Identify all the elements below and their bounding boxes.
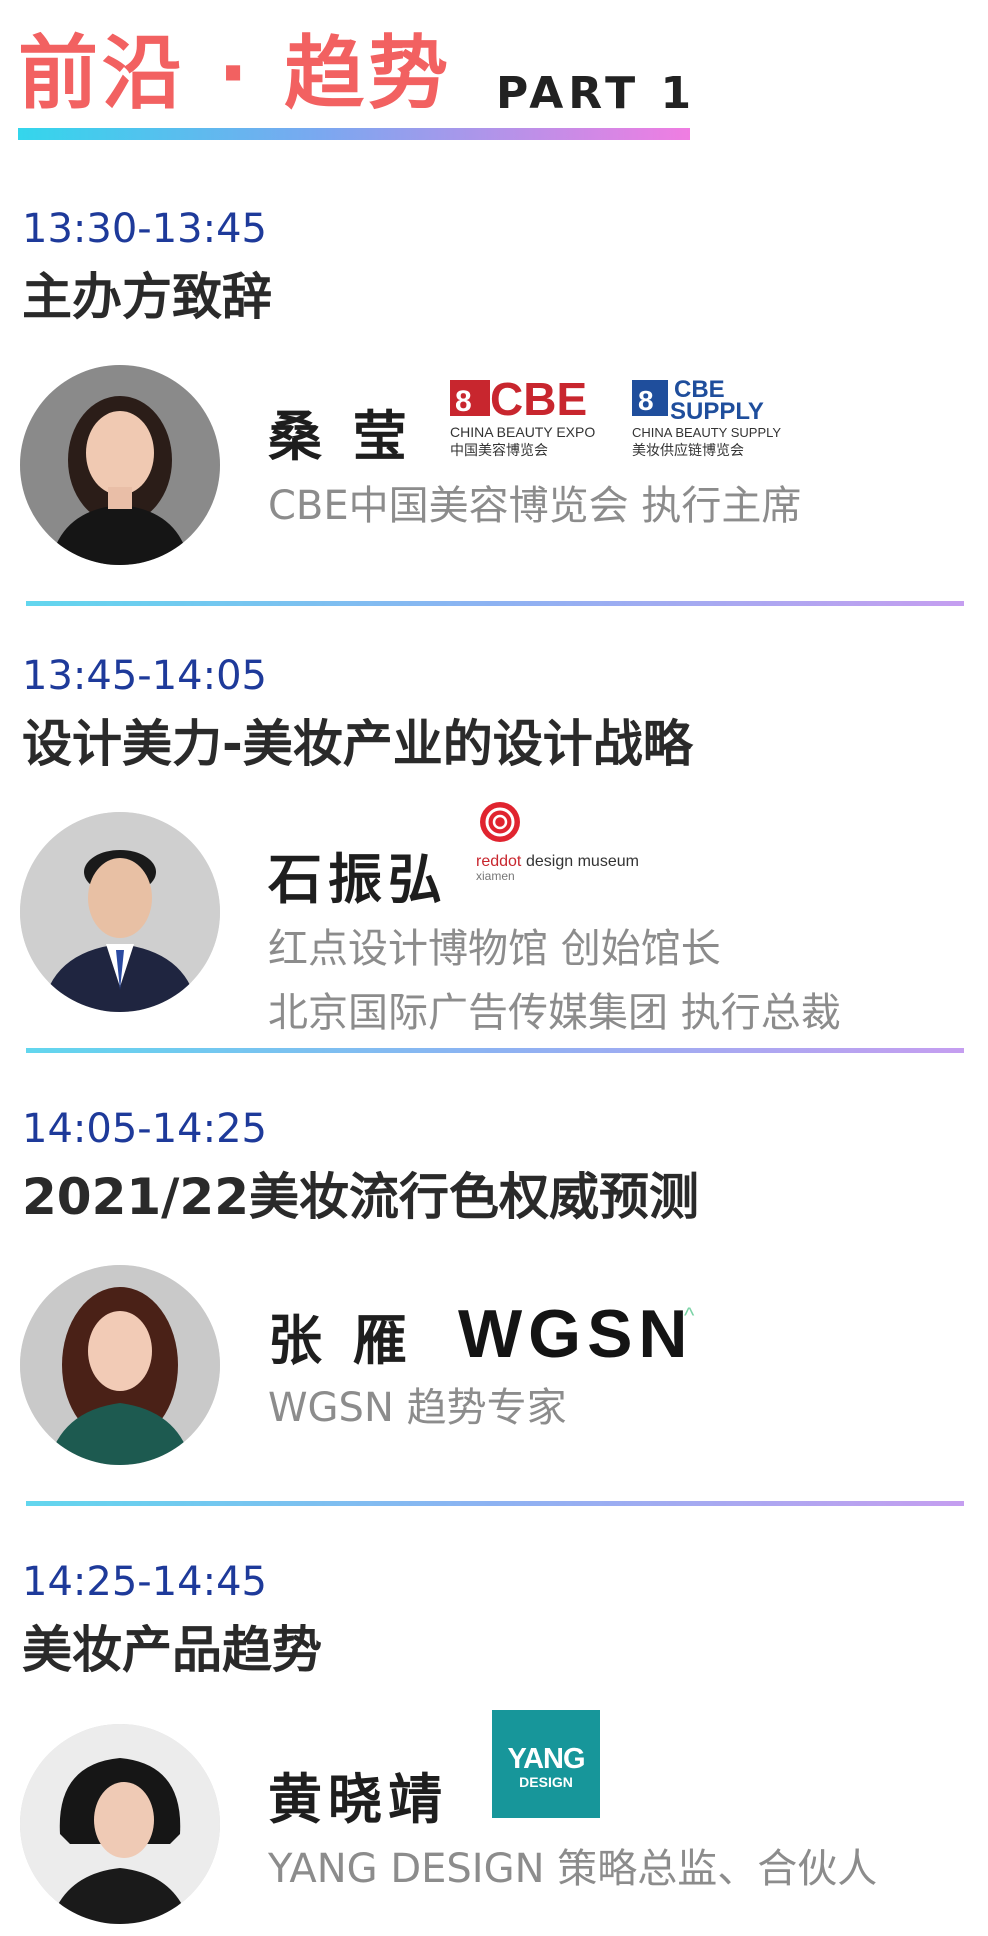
speaker-name: 张 雁 <box>268 1309 413 1372</box>
session-3: 14:05-14:25 2021/22美妆流行色权威预测 张 雁 WGSN ^ … <box>0 1105 988 1506</box>
svg-text:CHINA BEAUTY SUPPLY: CHINA BEAUTY SUPPLY <box>632 425 781 440</box>
svg-text:美妆供应链博览会: 美妆供应链博览会 <box>632 442 744 458</box>
yang-design-logo: YANG DESIGN <box>492 1710 600 1818</box>
speaker-avatar <box>20 1265 220 1465</box>
speaker-name: 石振弘 <box>268 848 448 911</box>
avatar-photo-icon <box>20 365 220 565</box>
session-topic: 主办方致辞 <box>22 268 272 326</box>
svg-text:8: 8 <box>638 385 654 416</box>
avatar-photo-icon <box>20 812 220 1012</box>
avatar-photo-icon <box>20 1265 220 1465</box>
svg-text:中国美容博览会: 中国美容博览会 <box>450 442 548 458</box>
svg-text:xiamen: xiamen <box>476 869 515 880</box>
speaker-avatar <box>20 1724 220 1924</box>
reddot-logo: reddot design museum xiamen <box>476 800 666 884</box>
section-divider <box>26 1048 964 1053</box>
speaker-role: YANG DESIGN 策略总监、合伙人 <box>268 1846 878 1892</box>
yang-logo-sub: DESIGN <box>519 1774 573 1790</box>
yang-logo-word: YANG <box>507 1743 585 1775</box>
session-topic: 设计美力-美妆产业的设计战略 <box>22 715 693 773</box>
session-time: 14:25-14:45 <box>22 1559 267 1605</box>
session-2: 13:45-14:05 设计美力-美妆产业的设计战略 石振弘 reddot de… <box>0 652 988 1053</box>
svg-text:8: 8 <box>455 385 472 418</box>
speaker-role-secondary: 北京国际广告传媒集团 执行总裁 <box>268 990 841 1036</box>
session-time: 13:30-13:45 <box>22 206 267 252</box>
avatar-photo-icon <box>20 1724 220 1924</box>
svg-text:CBE: CBE <box>490 375 587 425</box>
speaker-name: 黄晓靖 <box>268 1768 448 1831</box>
speaker-avatar <box>20 365 220 565</box>
session-time: 14:05-14:25 <box>22 1106 267 1152</box>
page-header: 前沿 · 趋势 PART 1 <box>18 20 708 150</box>
cbe-logo: 8 CBE CHINA BEAUTY EXPO 中国美容博览会 <box>450 373 630 467</box>
speaker-role: 红点设计博物馆 创始馆长 <box>268 926 721 972</box>
session-topic: 2021/22美妆流行色权威预测 <box>22 1168 700 1226</box>
svg-text:SUPPLY: SUPPLY <box>670 398 764 425</box>
speaker-role: CBE中国美容博览会 执行主席 <box>268 483 802 529</box>
speaker-role: WGSN 趋势专家 <box>268 1385 567 1431</box>
session-time: 13:45-14:05 <box>22 653 267 699</box>
wgsn-logo: WGSN <box>458 1296 694 1372</box>
cbe-supply-logo: 8 CBE SUPPLY CHINA BEAUTY SUPPLY 美妆供应链博览… <box>632 375 802 467</box>
speaker-avatar <box>20 812 220 1012</box>
session-topic: 美妆产品趋势 <box>22 1621 322 1679</box>
session-4: 14:25-14:45 美妆产品趋势 黄晓靖 YANG DESIGN YANG … <box>0 1558 988 1936</box>
title-underline <box>18 128 690 140</box>
svg-text:CHINA BEAUTY EXPO: CHINA BEAUTY EXPO <box>450 424 595 440</box>
page-title: 前沿 · 趋势 <box>18 27 453 120</box>
wgsn-caret-icon: ^ <box>684 1303 695 1328</box>
session-1: 13:30-13:45 主办方致辞 桑 莹 8 CBE CHINA BEAUTY… <box>0 205 988 606</box>
part-label: PART 1 <box>496 68 697 119</box>
section-divider <box>26 601 964 606</box>
speaker-name: 桑 莹 <box>268 405 413 468</box>
section-divider <box>26 1501 964 1506</box>
svg-text:design museum: design museum <box>526 853 639 870</box>
svg-text:reddot: reddot <box>476 853 522 870</box>
